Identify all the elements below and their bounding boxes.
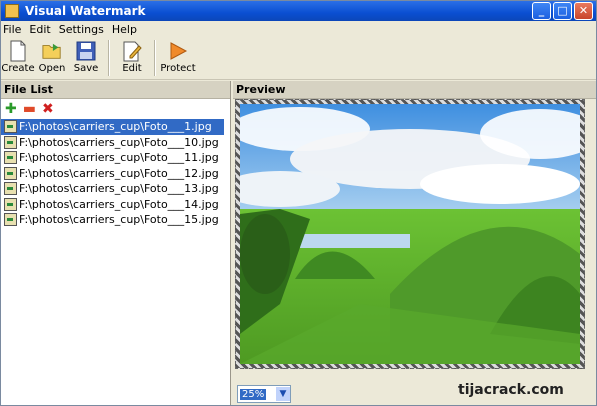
image-file-icon <box>4 151 17 165</box>
list-item[interactable]: F:\photos\carriers_cup\Foto___1.jpg <box>1 119 224 135</box>
app-window: Visual Watermark _ □ ✕ File Edit Setting… <box>0 0 597 406</box>
preview-image[interactable] <box>240 104 580 364</box>
zoom-select[interactable]: 25% ▼ <box>237 385 291 403</box>
file-list-tools: ✚ ▬ ✖ <box>1 99 230 119</box>
menu-edit[interactable]: Edit <box>25 23 54 36</box>
image-file-icon <box>4 135 17 149</box>
image-file-icon <box>4 120 17 134</box>
file-list-pane: File List ✚ ▬ ✖ F:\photos\carriers_cup\F… <box>1 81 231 405</box>
file-path: F:\photos\carriers_cup\Foto___1.jpg <box>19 120 212 134</box>
save-label: Save <box>73 63 99 74</box>
file-path: F:\photos\carriers_cup\Foto___15.jpg <box>19 213 219 227</box>
title-bar[interactable]: Visual Watermark _ □ ✕ <box>1 1 596 21</box>
minimize-button[interactable]: _ <box>532 2 551 20</box>
toolbar-separator <box>154 40 156 76</box>
file-path: F:\photos\carriers_cup\Foto___12.jpg <box>19 166 219 180</box>
menu-help[interactable]: Help <box>108 23 141 36</box>
maximize-button[interactable]: □ <box>553 2 572 20</box>
list-item[interactable]: F:\photos\carriers_cup\Foto___15.jpg <box>1 212 230 228</box>
list-item[interactable]: F:\photos\carriers_cup\Foto___14.jpg <box>1 197 230 213</box>
image-file-icon <box>4 213 17 227</box>
file-path: F:\photos\carriers_cup\Foto___11.jpg <box>19 151 219 165</box>
remove-icon[interactable]: ▬ <box>23 102 36 116</box>
list-item[interactable]: F:\photos\carriers_cup\Foto___13.jpg <box>1 181 230 197</box>
add-icon[interactable]: ✚ <box>5 102 17 116</box>
zoom-value: 25% <box>240 388 267 400</box>
list-item[interactable]: F:\photos\carriers_cup\Foto___10.jpg <box>1 135 230 151</box>
list-item[interactable]: F:\photos\carriers_cup\Foto___11.jpg <box>1 150 230 166</box>
open-folder-icon <box>42 40 62 62</box>
list-item[interactable]: F:\photos\carriers_cup\Foto___12.jpg <box>1 166 230 182</box>
file-path: F:\photos\carriers_cup\Foto___10.jpg <box>19 135 219 149</box>
open-button[interactable]: Open <box>35 37 69 74</box>
toolbar: Create Open Save Edit Protect <box>1 37 596 80</box>
chevron-down-icon[interactable]: ▼ <box>276 387 290 401</box>
edit-button[interactable]: Edit <box>115 37 149 74</box>
image-file-icon <box>4 166 17 180</box>
save-button[interactable]: Save <box>69 37 103 74</box>
edit-document-icon <box>122 40 142 62</box>
image-file-icon <box>4 182 17 196</box>
watermark-text: tijacrack.com <box>458 382 564 398</box>
play-arrow-icon <box>168 40 188 62</box>
create-button[interactable]: Create <box>1 37 35 74</box>
window-title: Visual Watermark <box>25 4 146 18</box>
new-document-icon <box>8 40 28 62</box>
preview-frame <box>235 99 585 369</box>
menu-settings[interactable]: Settings <box>55 23 108 36</box>
close-button[interactable]: ✕ <box>574 2 593 20</box>
edit-label: Edit <box>122 63 142 74</box>
app-icon <box>5 4 19 18</box>
protect-button[interactable]: Protect <box>160 37 196 74</box>
open-label: Open <box>38 63 66 74</box>
toolbar-separator <box>108 40 110 76</box>
file-list: F:\photos\carriers_cup\Foto___1.jpg F:\p… <box>1 119 230 228</box>
preview-header: Preview <box>233 81 596 99</box>
menu-file[interactable]: File <box>1 23 25 36</box>
delete-icon[interactable]: ✖ <box>42 102 54 116</box>
protect-label: Protect <box>160 63 196 74</box>
floppy-disk-icon <box>76 40 96 62</box>
window-controls: _ □ ✕ <box>532 2 593 20</box>
create-label: Create <box>1 63 35 74</box>
file-path: F:\photos\carriers_cup\Foto___14.jpg <box>19 197 219 211</box>
image-file-icon <box>4 197 17 211</box>
menu-bar: File Edit Settings Help <box>1 21 596 37</box>
file-path: F:\photos\carriers_cup\Foto___13.jpg <box>19 182 219 196</box>
file-list-header: File List <box>1 81 230 99</box>
preview-pane: Preview 25% ▼ <box>233 81 596 405</box>
